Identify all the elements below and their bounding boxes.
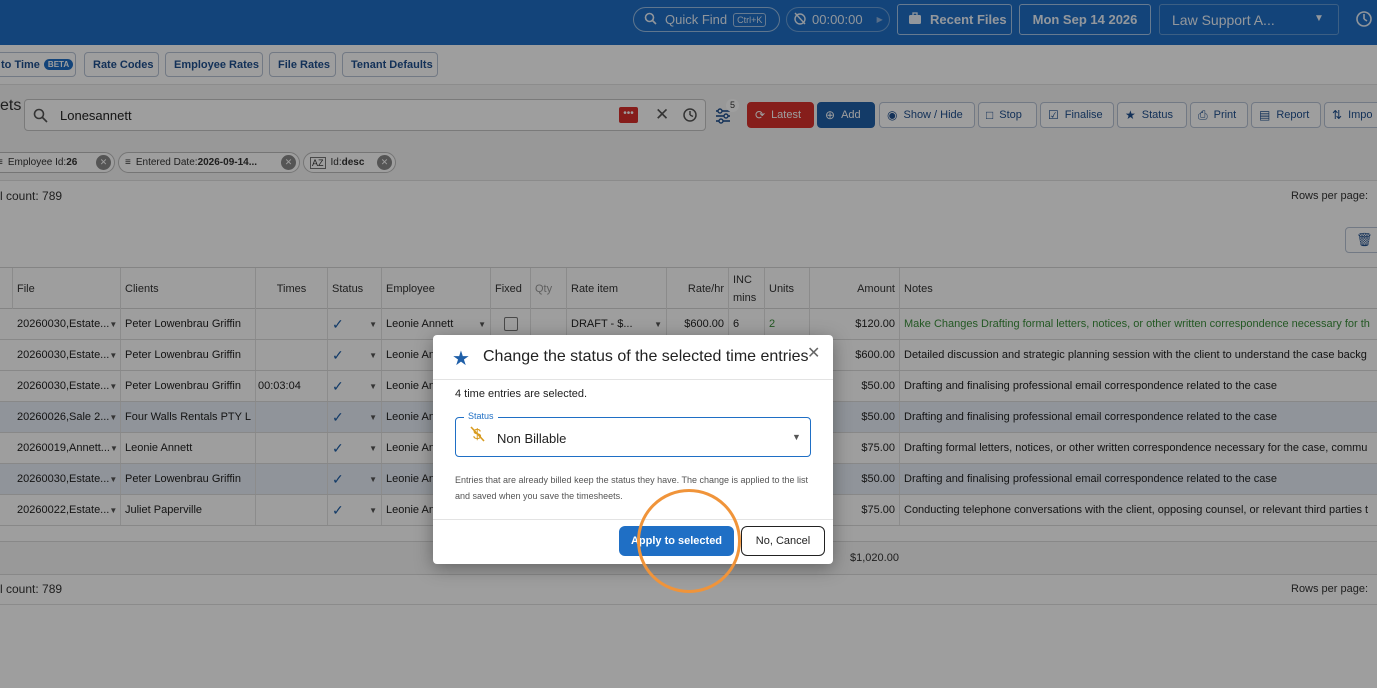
selected-count-text: 4 time entries are selected. (455, 388, 588, 400)
dialog-title: Change the status of the selected time e… (483, 348, 809, 365)
non-billable-icon: $ (470, 425, 486, 448)
status-select-label: Status (464, 411, 498, 421)
status-select-value: Non Billable (497, 431, 567, 446)
close-icon[interactable]: ✕ (807, 343, 820, 363)
dialog-divider (433, 379, 833, 380)
dialog-help-text: Entries that are already billed keep the… (455, 475, 809, 501)
chevron-down-icon: ▼ (792, 432, 801, 442)
change-status-dialog: ★ Change the status of the selected time… (433, 335, 833, 564)
click-highlight-ring (637, 489, 741, 593)
status-select[interactable]: Status $ Non Billable ▼ (455, 411, 811, 457)
cancel-button[interactable]: No, Cancel (741, 526, 825, 556)
star-icon: ★ (452, 348, 470, 370)
dialog-footer-divider (433, 519, 833, 520)
